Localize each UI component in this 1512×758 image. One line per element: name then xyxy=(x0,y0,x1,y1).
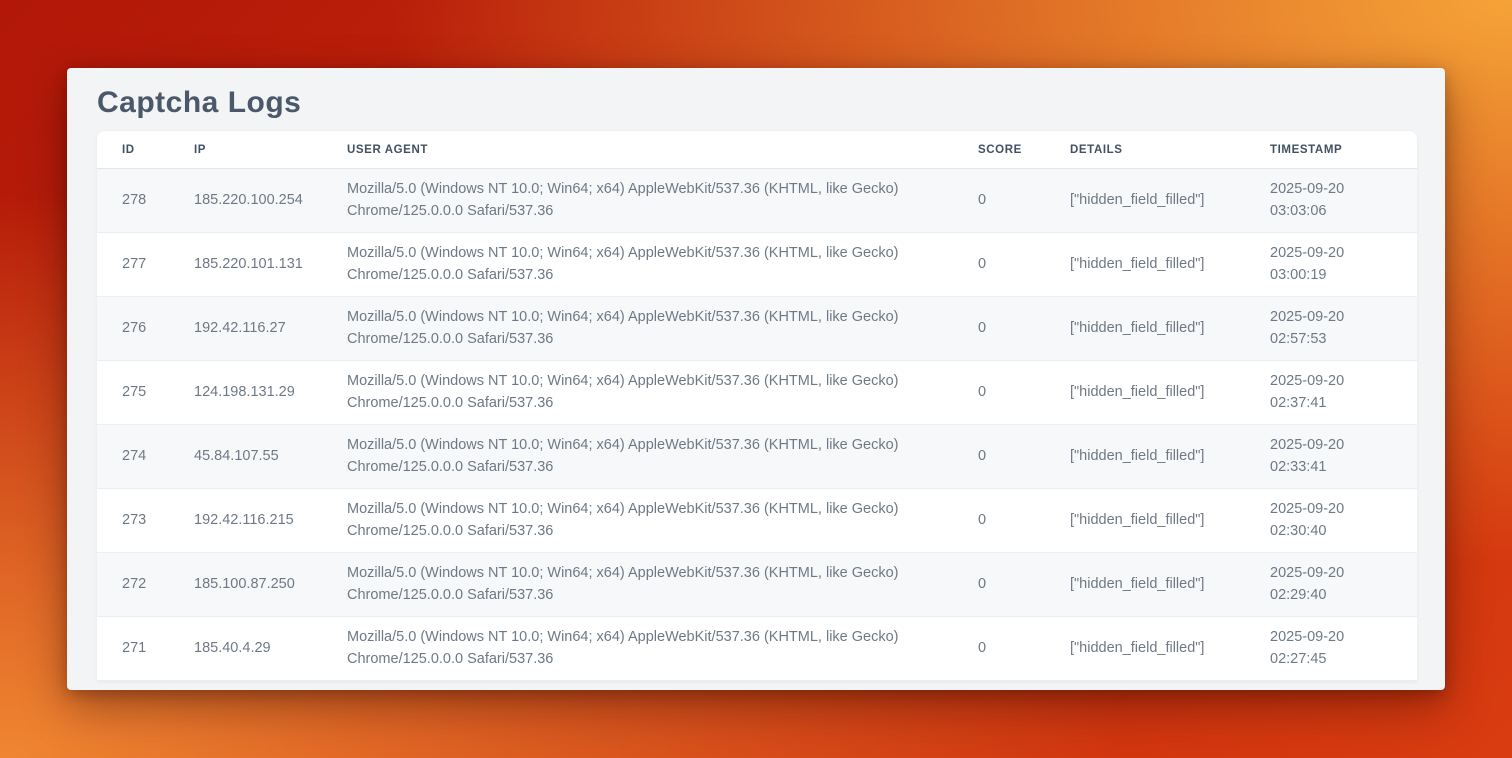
column-header-score: SCORE xyxy=(953,131,1045,169)
table-row: 278185.220.100.254Mozilla/5.0 (Windows N… xyxy=(97,169,1417,233)
table-row: 273192.42.116.215Mozilla/5.0 (Windows NT… xyxy=(97,489,1417,553)
page-background: Captcha Logs IDIPUSER AGENTSCOREDETAILST… xyxy=(0,0,1512,758)
header-row: IDIPUSER AGENTSCOREDETAILSTIMESTAMP xyxy=(97,131,1417,169)
cell-details: ["hidden_field_filled"] xyxy=(1045,425,1245,489)
table-row: 277185.220.101.131Mozilla/5.0 (Windows N… xyxy=(97,233,1417,297)
cell-timestamp: 2025-09-20 02:30:40 xyxy=(1245,489,1417,553)
logs-table-body: 278185.220.100.254Mozilla/5.0 (Windows N… xyxy=(97,169,1417,681)
cell-score: 0 xyxy=(953,297,1045,361)
cell-ip: 45.84.107.55 xyxy=(169,425,322,489)
cell-details: ["hidden_field_filled"] xyxy=(1045,361,1245,425)
cell-user_agent: Mozilla/5.0 (Windows NT 10.0; Win64; x64… xyxy=(322,489,953,553)
cell-timestamp: 2025-09-20 02:37:41 xyxy=(1245,361,1417,425)
cell-details: ["hidden_field_filled"] xyxy=(1045,617,1245,681)
cell-timestamp: 2025-09-20 03:00:19 xyxy=(1245,233,1417,297)
column-header-timestamp: TIMESTAMP xyxy=(1245,131,1417,169)
cell-timestamp: 2025-09-20 03:03:06 xyxy=(1245,169,1417,233)
table-row: 272185.100.87.250Mozilla/5.0 (Windows NT… xyxy=(97,553,1417,617)
column-header-user_agent: USER AGENT xyxy=(322,131,953,169)
logs-table-head: IDIPUSER AGENTSCOREDETAILSTIMESTAMP xyxy=(97,131,1417,169)
cell-ip: 185.220.101.131 xyxy=(169,233,322,297)
cell-details: ["hidden_field_filled"] xyxy=(1045,553,1245,617)
table-row: 276192.42.116.27Mozilla/5.0 (Windows NT … xyxy=(97,297,1417,361)
cell-score: 0 xyxy=(953,553,1045,617)
cell-ip: 192.42.116.27 xyxy=(169,297,322,361)
cell-id: 277 xyxy=(97,233,169,297)
cell-timestamp: 2025-09-20 02:33:41 xyxy=(1245,425,1417,489)
table-row: 27445.84.107.55Mozilla/5.0 (Windows NT 1… xyxy=(97,425,1417,489)
cell-details: ["hidden_field_filled"] xyxy=(1045,233,1245,297)
cell-timestamp: 2025-09-20 02:57:53 xyxy=(1245,297,1417,361)
cell-score: 0 xyxy=(953,233,1045,297)
table-row: 271185.40.4.29Mozilla/5.0 (Windows NT 10… xyxy=(97,617,1417,681)
cell-user_agent: Mozilla/5.0 (Windows NT 10.0; Win64; x64… xyxy=(322,233,953,297)
cell-details: ["hidden_field_filled"] xyxy=(1045,169,1245,233)
cell-details: ["hidden_field_filled"] xyxy=(1045,489,1245,553)
cell-score: 0 xyxy=(953,489,1045,553)
cell-user_agent: Mozilla/5.0 (Windows NT 10.0; Win64; x64… xyxy=(322,169,953,233)
column-header-details: DETAILS xyxy=(1045,131,1245,169)
cell-ip: 192.42.116.215 xyxy=(169,489,322,553)
cell-user_agent: Mozilla/5.0 (Windows NT 10.0; Win64; x64… xyxy=(322,297,953,361)
cell-details: ["hidden_field_filled"] xyxy=(1045,297,1245,361)
cell-id: 273 xyxy=(97,489,169,553)
cell-id: 276 xyxy=(97,297,169,361)
table-row: 275124.198.131.29Mozilla/5.0 (Windows NT… xyxy=(97,361,1417,425)
cell-user_agent: Mozilla/5.0 (Windows NT 10.0; Win64; x64… xyxy=(322,553,953,617)
cell-id: 274 xyxy=(97,425,169,489)
cell-ip: 185.220.100.254 xyxy=(169,169,322,233)
cell-id: 272 xyxy=(97,553,169,617)
cell-score: 0 xyxy=(953,425,1045,489)
column-header-id: ID xyxy=(97,131,169,169)
cell-id: 275 xyxy=(97,361,169,425)
cell-ip: 185.100.87.250 xyxy=(169,553,322,617)
cell-score: 0 xyxy=(953,617,1045,681)
cell-score: 0 xyxy=(953,361,1045,425)
cell-user_agent: Mozilla/5.0 (Windows NT 10.0; Win64; x64… xyxy=(322,425,953,489)
cell-timestamp: 2025-09-20 02:27:45 xyxy=(1245,617,1417,681)
cell-user_agent: Mozilla/5.0 (Windows NT 10.0; Win64; x64… xyxy=(322,617,953,681)
column-header-ip: IP xyxy=(169,131,322,169)
cell-timestamp: 2025-09-20 02:29:40 xyxy=(1245,553,1417,617)
captcha-logs-card: Captcha Logs IDIPUSER AGENTSCOREDETAILST… xyxy=(67,68,1445,690)
cell-ip: 124.198.131.29 xyxy=(169,361,322,425)
cell-id: 278 xyxy=(97,169,169,233)
page-title: Captcha Logs xyxy=(97,68,1417,131)
cell-score: 0 xyxy=(953,169,1045,233)
cell-id: 271 xyxy=(97,617,169,681)
cell-ip: 185.40.4.29 xyxy=(169,617,322,681)
cell-user_agent: Mozilla/5.0 (Windows NT 10.0; Win64; x64… xyxy=(322,361,953,425)
logs-table: IDIPUSER AGENTSCOREDETAILSTIMESTAMP 2781… xyxy=(97,131,1417,681)
